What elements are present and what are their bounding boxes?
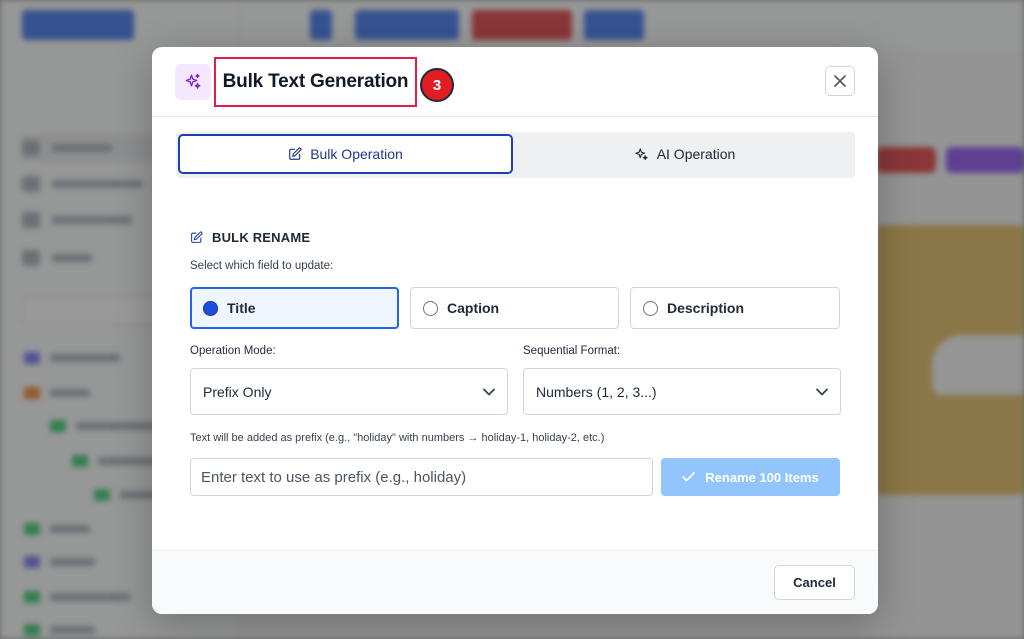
bulk-text-generation-modal: Bulk Text Generation 3 Bulk Operation AI… <box>152 47 878 614</box>
operation-mode-label: Operation Mode: <box>190 345 276 357</box>
field-prompt: Select which field to update: <box>190 260 334 272</box>
radio-indicator <box>643 300 658 316</box>
cancel-button[interactable]: Cancel <box>774 565 855 600</box>
sparkles-icon <box>175 64 211 100</box>
title-highlight-box: Bulk Text Generation <box>214 57 417 107</box>
radio-selected-indicator <box>203 300 218 316</box>
tab-bulk-operation[interactable]: Bulk Operation <box>178 134 513 174</box>
prefix-hint: Text will be added as prefix (e.g., "hol… <box>190 432 605 444</box>
close-icon <box>834 75 846 87</box>
edit-icon <box>289 147 302 160</box>
field-option-caption[interactable]: Caption <box>410 287 619 329</box>
sequential-format-value: Numbers (1, 2, 3...) <box>536 383 657 400</box>
radio-indicator <box>423 300 438 316</box>
modal-footer: Cancel <box>152 550 878 614</box>
operation-mode-value: Prefix Only <box>203 383 272 400</box>
edit-icon <box>191 231 203 243</box>
tab-ai-operation-label: AI Operation <box>656 146 736 162</box>
chevron-down-icon <box>483 388 495 395</box>
chevron-down-icon <box>816 388 828 395</box>
tab-ai-operation[interactable]: AI Operation <box>516 134 853 174</box>
operation-mode-select[interactable]: Prefix Only <box>190 368 508 415</box>
sequential-format-select[interactable]: Numbers (1, 2, 3...) <box>523 368 841 415</box>
section-title: BULK RENAME <box>190 230 310 245</box>
modal-title: Bulk Text Generation <box>222 71 409 92</box>
modal-header: Bulk Text Generation 3 <box>152 47 878 117</box>
check-icon <box>682 472 696 482</box>
operation-tabs: Bulk Operation AI Operation <box>176 132 855 178</box>
sequential-format-label: Sequential Format: <box>523 345 621 357</box>
prefix-text-input[interactable] <box>190 458 653 496</box>
field-option-description[interactable]: Description <box>630 287 840 329</box>
field-option-label: Caption <box>447 300 500 316</box>
step-number-badge: 3 <box>420 68 454 102</box>
sparkles-icon <box>635 147 648 160</box>
rename-items-label: Rename 100 Items <box>705 469 819 485</box>
section-title-text: BULK RENAME <box>212 230 311 245</box>
tab-bulk-operation-label: Bulk Operation <box>310 146 403 162</box>
field-option-label: Description <box>667 300 745 316</box>
close-button[interactable] <box>825 66 855 96</box>
field-option-label: Title <box>227 300 256 316</box>
field-option-title[interactable]: Title <box>190 287 399 329</box>
rename-items-button[interactable]: Rename 100 Items <box>661 458 840 496</box>
